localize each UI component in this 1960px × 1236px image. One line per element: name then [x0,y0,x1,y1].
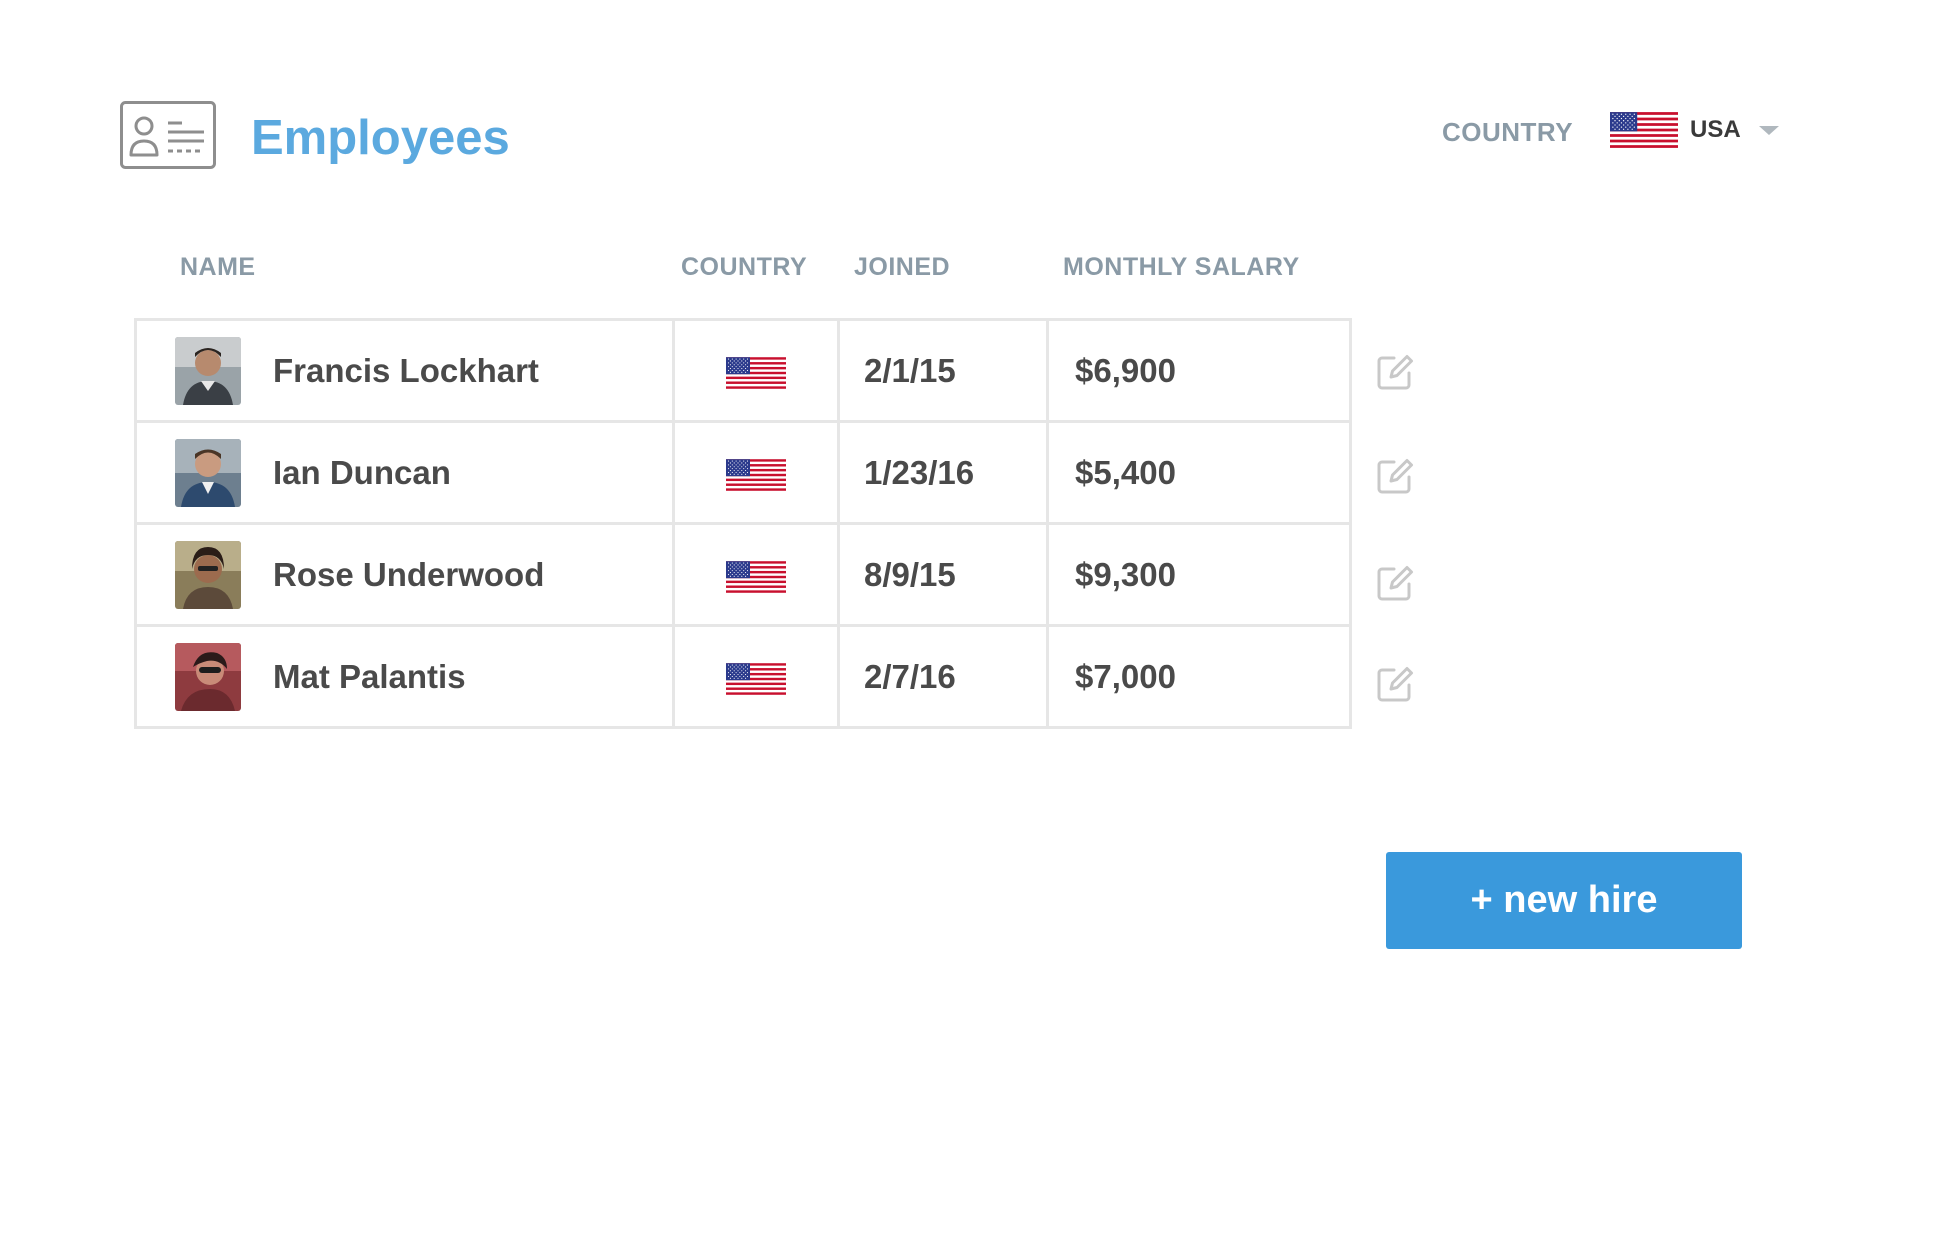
avatar [175,438,241,507]
us-flag-icon [726,561,786,593]
id-card-icon [120,101,216,169]
us-flag-icon [726,459,786,491]
us-flag-icon [726,357,786,389]
joined-date: 1/23/16 [864,453,975,491]
joined-date: 2/7/16 [864,657,956,695]
us-flag-icon [1610,111,1678,149]
country-select[interactable]: USA [1610,110,1779,150]
employee-name: Francis Lockhart [273,351,539,389]
avatar [175,540,241,609]
table-row[interactable]: Mat Palantis 2/7/16 $7,000 [134,624,1352,729]
edit-icon[interactable] [1376,665,1414,703]
page-title: Employees [251,111,510,165]
monthly-salary: $9,300 [1075,555,1176,593]
table-row[interactable]: Ian Duncan 1/23/16 $5,400 [134,420,1352,525]
new-hire-button[interactable]: + new hire [1386,852,1742,949]
avatar [175,642,241,711]
column-header-country: COUNTRY [681,253,808,281]
country-filter-label: COUNTRY [1442,117,1574,147]
column-header-name: NAME [180,253,256,281]
edit-icon[interactable] [1376,353,1414,391]
table-row[interactable]: Francis Lockhart 2/1/15 $6,900 [134,318,1352,423]
table-row[interactable]: Rose Underwood 8/9/15 $9,300 [134,522,1352,627]
monthly-salary: $5,400 [1075,453,1176,491]
us-flag-icon [726,663,786,695]
edit-icon[interactable] [1376,564,1414,602]
avatar [175,336,241,405]
column-header-joined: JOINED [854,253,951,281]
monthly-salary: $7,000 [1075,657,1176,695]
employee-name: Rose Underwood [273,555,545,593]
monthly-salary: $6,900 [1075,351,1176,389]
column-header-monthly-salary: MONTHLY SALARY [1063,253,1300,281]
employees-table: Francis Lockhart 2/1/15 $6,900 Ian Dunca… [134,318,1352,729]
chevron-down-icon [1758,125,1779,135]
joined-date: 2/1/15 [864,351,956,389]
country-select-value: USA [1690,116,1741,143]
joined-date: 8/9/15 [864,555,956,593]
edit-icon[interactable] [1376,457,1414,495]
employee-name: Mat Palantis [273,657,466,695]
employee-name: Ian Duncan [273,453,451,491]
